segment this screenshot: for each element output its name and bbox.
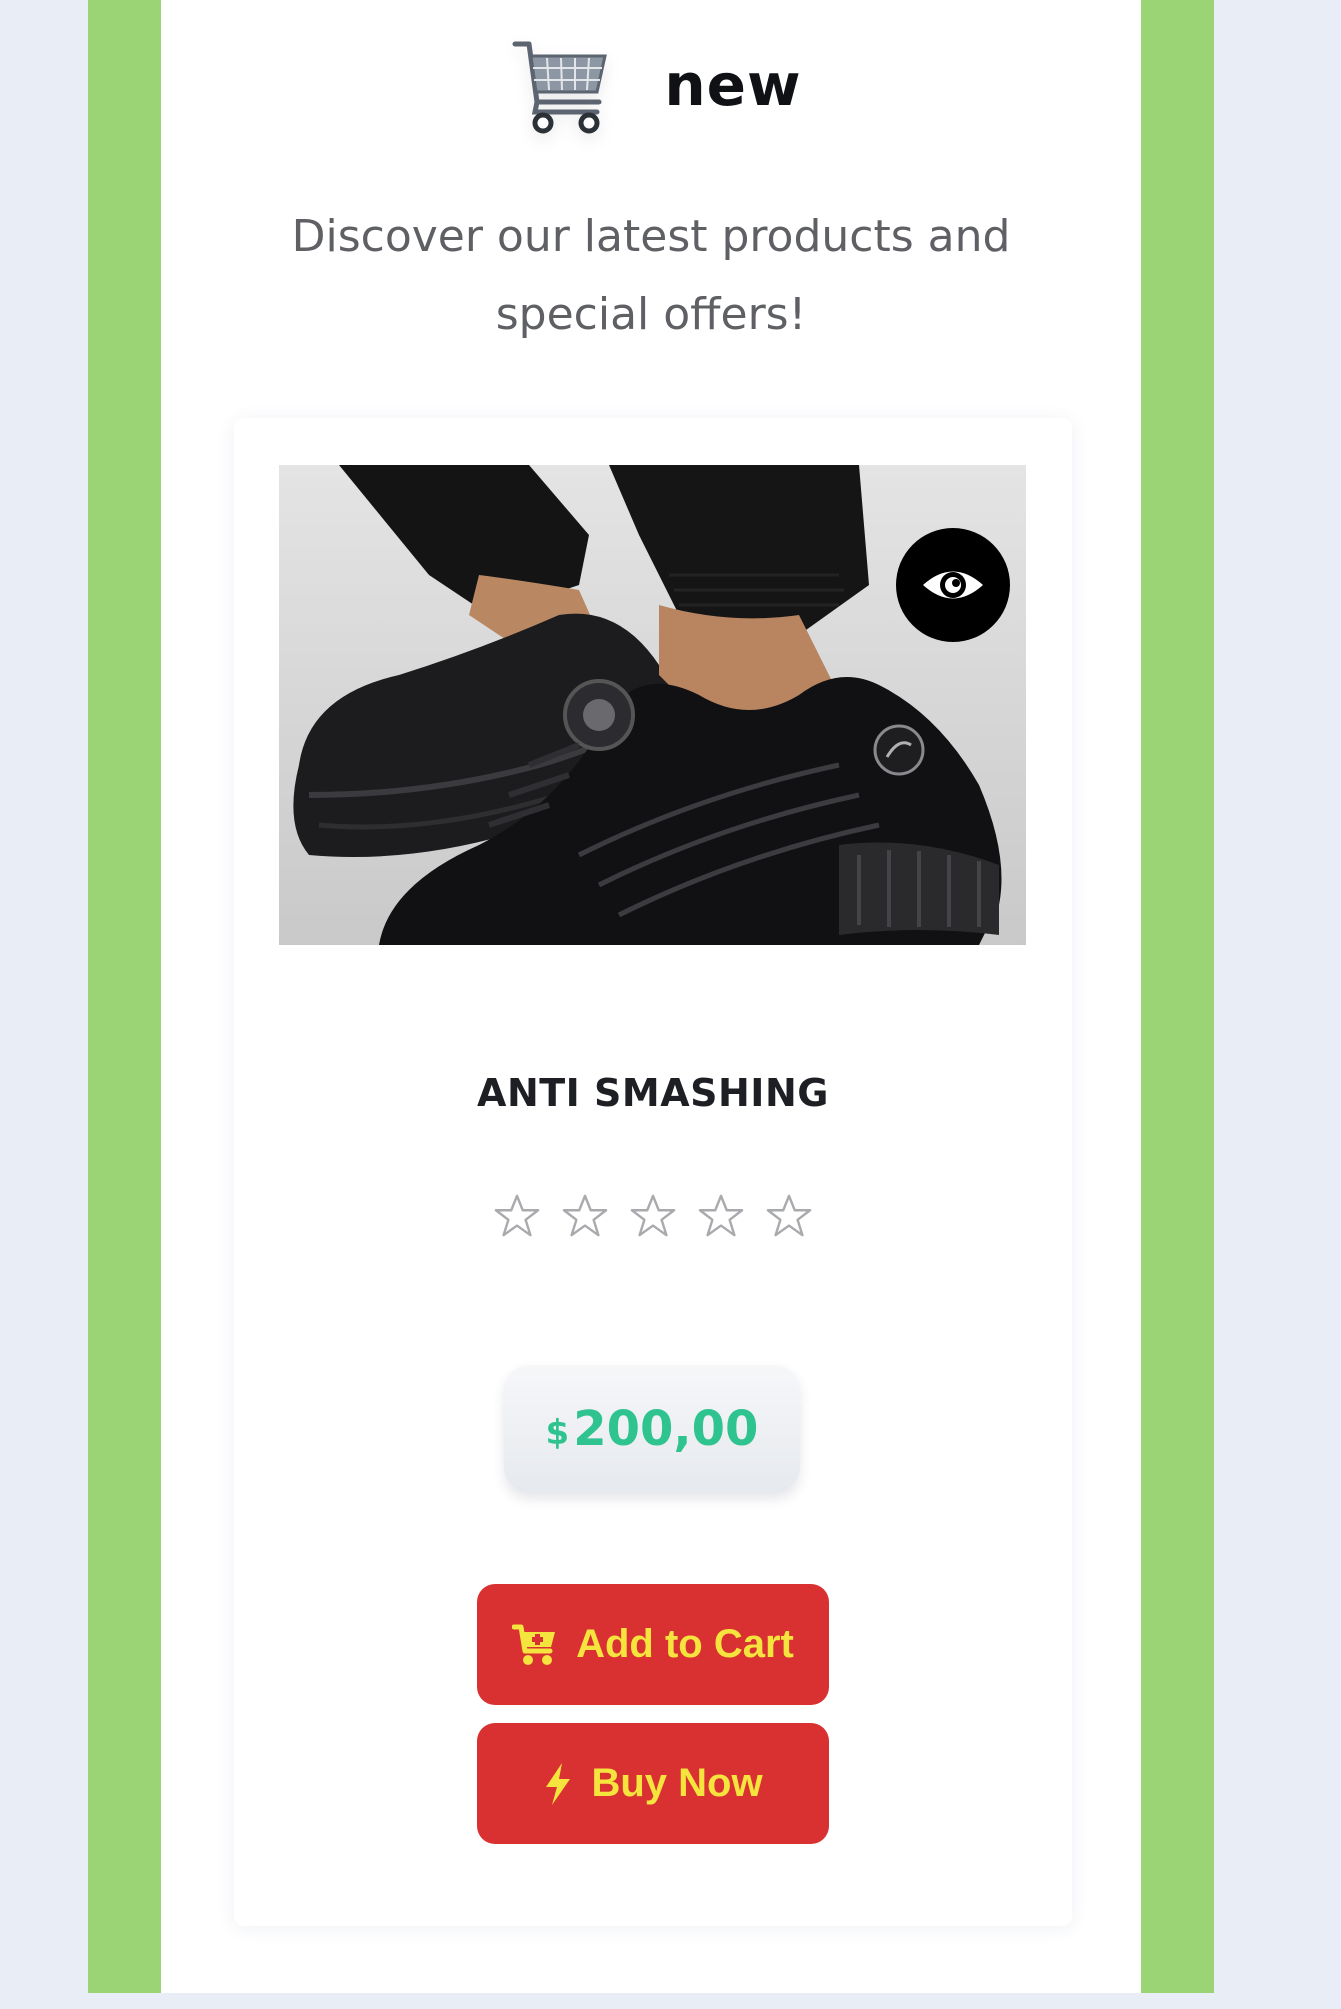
header: new <box>161 22 1141 147</box>
star-icon[interactable] <box>494 1193 540 1239</box>
quick-view-button[interactable] <box>896 528 1010 642</box>
add-to-cart-label: Add to Cart <box>576 1622 794 1666</box>
cart-icon <box>512 1624 556 1665</box>
lightning-icon <box>546 1762 571 1805</box>
shopping-cart-icon <box>500 23 624 147</box>
product-image[interactable] <box>279 465 1026 945</box>
star-icon[interactable] <box>698 1193 744 1239</box>
buy-now-label: Buy Now <box>591 1761 763 1805</box>
star-icon[interactable] <box>630 1193 676 1239</box>
subtitle: Discover our latest products and special… <box>291 211 1011 340</box>
currency-symbol: $ <box>545 1413 570 1453</box>
price-badge: $ 200,00 <box>504 1365 800 1493</box>
page: new Discover our latest products and spe… <box>0 0 1341 2009</box>
price-amount: 200,00 <box>573 1401 759 1457</box>
star-icon[interactable] <box>766 1193 812 1239</box>
product-name[interactable]: ANTI SMASHING <box>234 1071 1072 1115</box>
buy-now-button[interactable]: Buy Now <box>477 1723 829 1844</box>
star-icon[interactable] <box>562 1193 608 1239</box>
page-title: new <box>664 50 802 119</box>
add-to-cart-button[interactable]: Add to Cart <box>477 1584 829 1705</box>
eye-icon <box>923 571 983 599</box>
content-panel: new Discover our latest products and spe… <box>161 0 1141 1993</box>
product-card: ANTI SMASHING $ 200,00 Add to Cart Buy N… <box>234 418 1072 1926</box>
rating-stars <box>234 1193 1072 1239</box>
